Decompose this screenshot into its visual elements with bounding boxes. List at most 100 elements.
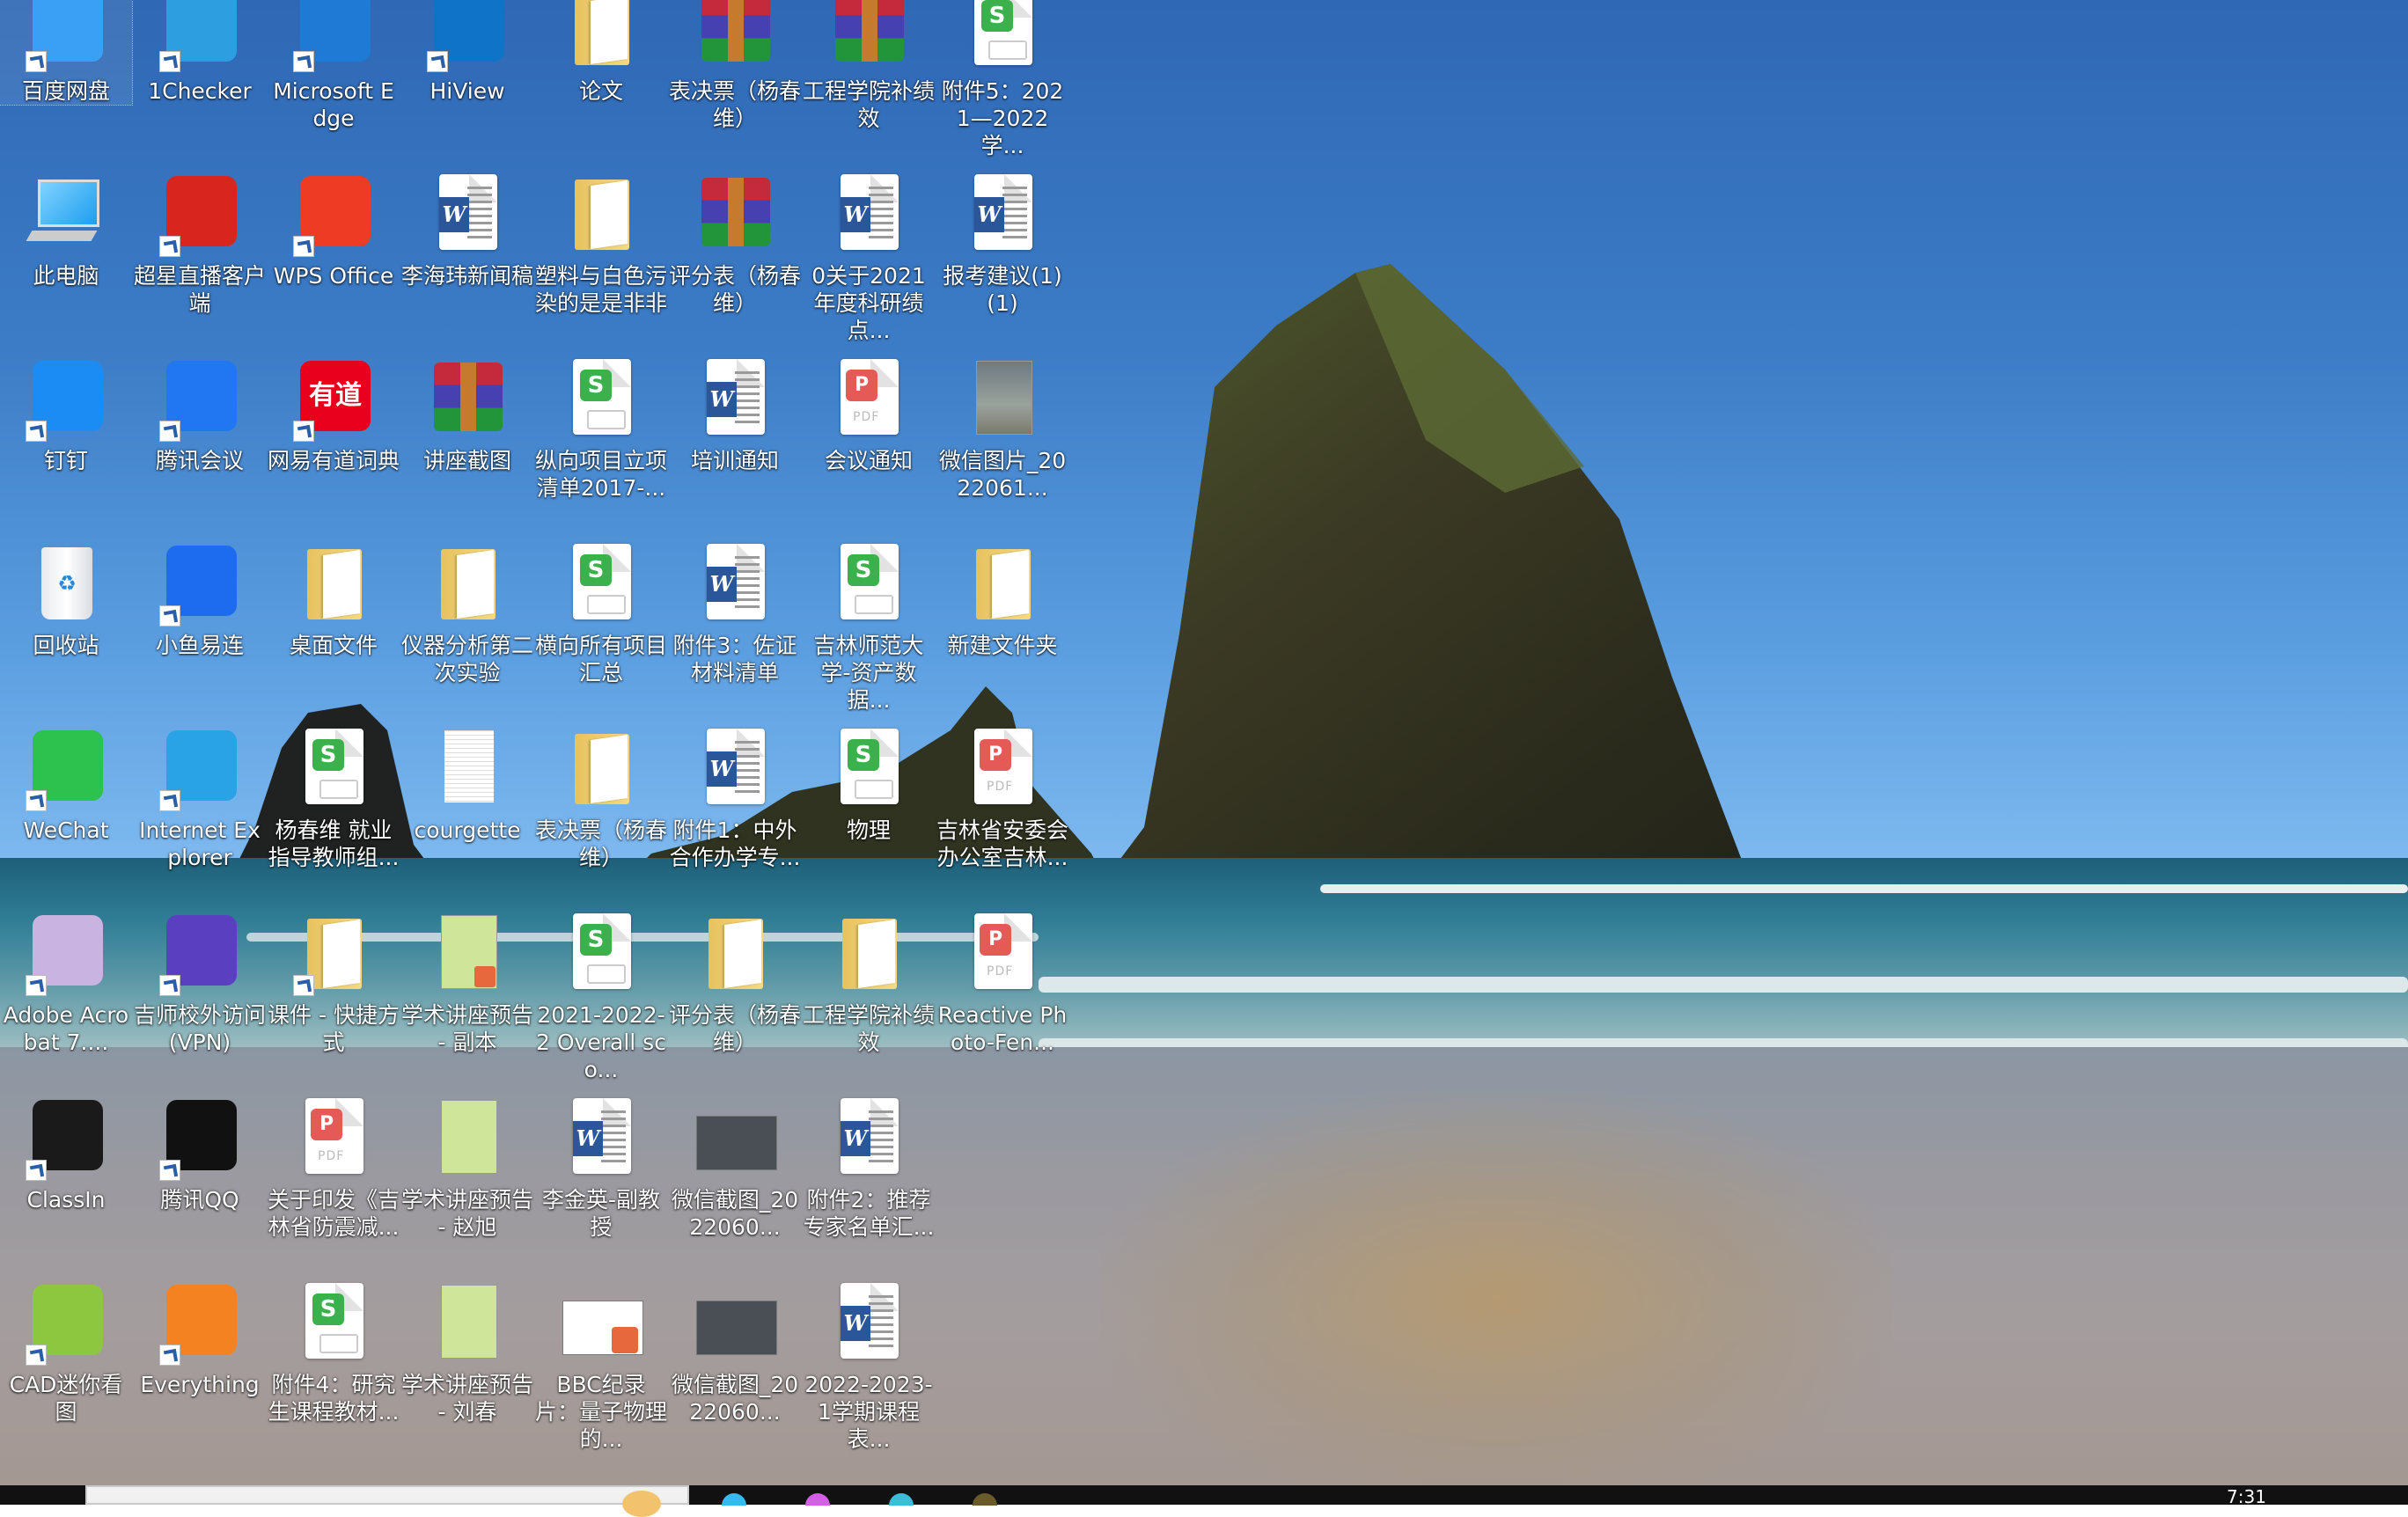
presentation-thumbnail-icon bbox=[557, 1278, 645, 1366]
shortcut-arrow-icon bbox=[159, 421, 180, 442]
desktop-icon[interactable]: 仪器分析第二次实验 bbox=[401, 539, 533, 686]
desktop-icon[interactable]: W 0关于2021年度科研绩点... bbox=[803, 169, 935, 344]
word-document-icon: W bbox=[691, 354, 779, 442]
desktop-icon[interactable]: 课件 - 快捷方式 bbox=[268, 908, 400, 1056]
desktop-icon[interactable]: W 报考建议(1)(1) bbox=[936, 169, 1068, 317]
desktop-icon[interactable]: WPS Office bbox=[268, 169, 400, 289]
desktop-icon[interactable]: 表决票（杨春维） bbox=[669, 0, 801, 132]
desktop-icon[interactable]: Microsoft Edge bbox=[268, 0, 400, 132]
desktop-icon[interactable]: Everything bbox=[134, 1278, 266, 1398]
desktop-icon[interactable]: S 附件5：2021—2022学... bbox=[936, 0, 1068, 159]
desktop-icon[interactable]: 学术讲座预告 - 副本 bbox=[401, 908, 533, 1056]
desktop-icon[interactable]: ClassIn bbox=[0, 1093, 132, 1213]
desktop-icon[interactable]: 此电脑 bbox=[0, 169, 132, 289]
shortcut-arrow-icon bbox=[26, 421, 47, 442]
desktop-icon[interactable]: WeChat bbox=[0, 723, 132, 844]
desktop-icon[interactable]: 小鱼易连 bbox=[134, 539, 266, 659]
desktop-icon[interactable]: 塑料与白色污染的是是非非 bbox=[535, 169, 667, 317]
desktop-icon-label: HiView bbox=[429, 78, 505, 104]
desktop-icon-label: 仪器分析第二次实验 bbox=[401, 633, 534, 685]
desktop-icon[interactable]: 1Checker bbox=[134, 0, 266, 105]
desktop-icon-label: 小鱼易连 bbox=[155, 633, 244, 658]
desktop-icon-label: 附件1：中外合作办学专... bbox=[669, 817, 801, 870]
desktop-icon[interactable]: W 李海玮新闻稿 bbox=[401, 169, 533, 289]
desktop-icon[interactable]: 评分表（杨春维） bbox=[669, 908, 801, 1056]
wps-spreadsheet-icon: S bbox=[557, 539, 645, 627]
desktop-icon-label: Internet Explorer bbox=[139, 817, 261, 870]
desktop-icon[interactable]: S 纵向项目立项清单2017-... bbox=[535, 354, 667, 502]
desktop-icon[interactable]: P PDF 吉林省安委会办公室吉林... bbox=[936, 723, 1068, 871]
desktop-icon[interactable]: 腾讯会议 bbox=[134, 354, 266, 474]
pdf-icon: P PDF bbox=[958, 908, 1046, 996]
desktop-icon[interactable]: 学术讲座预告 - 刘春 bbox=[401, 1278, 533, 1425]
hiview-icon bbox=[423, 0, 511, 72]
taskbar-clock[interactable]: 7:31 bbox=[2227, 1486, 2266, 1507]
desktop-icon[interactable]: P PDF 关于印发《吉林省防震减... bbox=[268, 1093, 400, 1241]
desktop-icon[interactable]: W 附件3：佐证材料清单 bbox=[669, 539, 801, 686]
desktop-icon[interactable]: 钉钉 bbox=[0, 354, 132, 474]
desktop-icon-label: 报考建议(1)(1) bbox=[943, 263, 1062, 316]
word-document-icon: W bbox=[557, 1093, 645, 1181]
desktop-icon-label: 2021-2022-2 Overall sco... bbox=[536, 1002, 666, 1082]
desktop-icon[interactable]: 微信截图_2022060... bbox=[669, 1278, 801, 1425]
desktop-icon[interactable]: CAD迷你看图 bbox=[0, 1278, 132, 1425]
desktop-icon[interactable]: BBC纪录片：量子物理的... bbox=[535, 1278, 667, 1453]
taskbar-search-box[interactable] bbox=[85, 1485, 689, 1517]
desktop-icon[interactable]: 评分表（杨春维） bbox=[669, 169, 801, 317]
desktop-icon-label: 附件5：2021—2022学... bbox=[941, 78, 1064, 158]
desktop-icon[interactable]: 学术讲座预告 - 赵旭 bbox=[401, 1093, 533, 1241]
shortcut-arrow-icon bbox=[26, 790, 47, 811]
desktop-icon[interactable]: courgette bbox=[401, 723, 533, 844]
desktop-icon[interactable]: S 附件4：研究生课程教材... bbox=[268, 1278, 400, 1425]
desktop-icon[interactable]: 工程学院补绩效 bbox=[803, 0, 935, 132]
pdf-icon: P PDF bbox=[825, 354, 913, 442]
word-document-icon: W bbox=[691, 723, 779, 811]
desktop-icon-label: 0关于2021年度科研绩点... bbox=[811, 263, 926, 343]
desktop-icon[interactable]: S 杨春维 就业指导教师组... bbox=[268, 723, 400, 871]
dingtalk-icon bbox=[22, 354, 110, 442]
classin-icon bbox=[22, 1093, 110, 1181]
desktop-icon[interactable]: Adobe Acrobat 7.... bbox=[0, 908, 132, 1056]
desktop-icon[interactable]: W 李金英-副教授 bbox=[535, 1093, 667, 1241]
desktop-icon[interactable]: 腾讯QQ bbox=[134, 1093, 266, 1213]
desktop-icon[interactable]: 表决票（杨春维） bbox=[535, 723, 667, 871]
desktop-icon-label: 吉师校外访问(VPN) bbox=[134, 1002, 267, 1055]
desktop-icon[interactable]: S 吉林师范大学-资产数据... bbox=[803, 539, 935, 714]
desktop-icon[interactable]: W 培训通知 bbox=[669, 354, 801, 474]
desktop-icon[interactable]: 桌面文件 bbox=[268, 539, 400, 659]
desktop-icon[interactable]: 讲座截图 bbox=[401, 354, 533, 474]
wps-spreadsheet-icon: S bbox=[557, 908, 645, 996]
vpn-globe-icon bbox=[156, 908, 244, 996]
desktop-icon[interactable]: ♻ 回收站 bbox=[0, 539, 132, 659]
desktop-icon[interactable]: W 2022-2023-1学期课程表... bbox=[803, 1278, 935, 1453]
desktop-icon[interactable]: HiView bbox=[401, 0, 533, 105]
desktop-icon[interactable]: Internet Explorer bbox=[134, 723, 266, 871]
desktop-icon[interactable]: 论文 bbox=[535, 0, 667, 105]
desktop-icon-label: 工程学院补绩效 bbox=[803, 1002, 936, 1055]
folder-icon bbox=[825, 908, 913, 996]
desktop-icon[interactable]: W 附件1：中外合作办学专... bbox=[669, 723, 801, 871]
folder-shortcut-icon bbox=[290, 908, 378, 996]
baidu-netdisk-icon bbox=[22, 0, 110, 72]
desktop-icon[interactable]: 微信图片_2022061... bbox=[936, 354, 1068, 502]
desktop-icon[interactable]: 有道 网易有道词典 bbox=[268, 354, 400, 474]
desktop-icon[interactable]: 新建文件夹 bbox=[936, 539, 1068, 659]
pdf-icon: P PDF bbox=[958, 723, 1046, 811]
desktop-icon[interactable]: 工程学院补绩效 bbox=[803, 908, 935, 1056]
desktop-icon[interactable]: 超星直播客户端 bbox=[134, 169, 266, 317]
desktop-icon[interactable]: S 2021-2022-2 Overall sco... bbox=[535, 908, 667, 1083]
desktop-icon[interactable]: S 横向所有项目汇总 bbox=[535, 539, 667, 686]
desktop-icon[interactable]: S 物理 bbox=[803, 723, 935, 844]
edge-icon bbox=[290, 0, 378, 72]
desktop-icon[interactable]: 吉师校外访问(VPN) bbox=[134, 908, 266, 1056]
desktop-icon-label: 微信截图_2022060... bbox=[671, 1187, 799, 1240]
desktop-icon[interactable]: P PDF 会议通知 bbox=[803, 354, 935, 474]
word-document-icon: W bbox=[825, 1278, 913, 1366]
desktop-icon[interactable]: 百度网盘 bbox=[0, 0, 133, 106]
folder-icon bbox=[290, 539, 378, 627]
poster-thumbnail-icon bbox=[423, 1093, 511, 1181]
desktop-icon[interactable]: W 附件2：推荐专家名单汇... bbox=[803, 1093, 935, 1241]
desktop-icon[interactable]: P PDF Reactive Photo-Fen... bbox=[936, 908, 1068, 1056]
desktop-icon[interactable]: 微信截图_2022060... bbox=[669, 1093, 801, 1241]
this-pc-icon bbox=[22, 169, 110, 257]
